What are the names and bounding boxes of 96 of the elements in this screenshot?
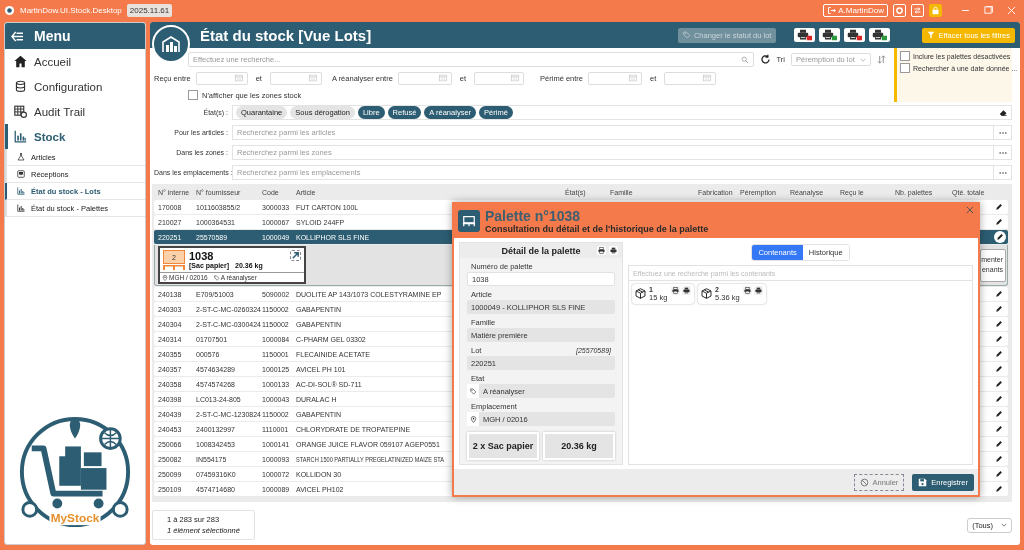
table-icon bbox=[14, 105, 27, 118]
close-button[interactable] bbox=[966, 206, 974, 214]
save-icon bbox=[918, 477, 928, 487]
arrow-icon bbox=[291, 251, 300, 260]
edit-button[interactable] bbox=[994, 231, 1006, 243]
date-field[interactable] bbox=[664, 71, 717, 85]
panel-title: Détail de la palette bbox=[501, 245, 581, 256]
date-field[interactable] bbox=[474, 71, 525, 85]
version-badge: 2025.11.61 bbox=[126, 3, 173, 17]
bar-chart-icon bbox=[17, 187, 25, 195]
printer-icon bbox=[846, 29, 864, 41]
date-field[interactable] bbox=[195, 71, 248, 85]
checkbox[interactable] bbox=[900, 63, 910, 73]
total-tile: 20.36 kg bbox=[543, 432, 615, 460]
bar-chart-icon bbox=[17, 204, 25, 212]
swap-button[interactable] bbox=[911, 3, 924, 17]
brand-name: MyStock bbox=[50, 511, 100, 526]
printer-icon bbox=[683, 287, 690, 294]
date-field[interactable] bbox=[588, 71, 643, 85]
dialog-subtitle: Consultation du détail et de l'historique de la palette bbox=[485, 224, 709, 234]
pallet-icon bbox=[163, 265, 185, 270]
nav-item[interactable]: Audit Trail bbox=[5, 99, 145, 124]
inbox-icon bbox=[17, 170, 25, 178]
lock-button[interactable] bbox=[929, 3, 942, 17]
tag-icon bbox=[213, 274, 220, 281]
ban-icon bbox=[860, 477, 870, 487]
home-icon bbox=[14, 55, 27, 68]
calendar-icon bbox=[308, 74, 317, 82]
pin-icon bbox=[162, 274, 168, 281]
database-icon bbox=[14, 80, 27, 93]
box-icon bbox=[635, 288, 646, 299]
pin-icon bbox=[469, 415, 477, 423]
close-icon bbox=[966, 206, 974, 214]
logout-icon bbox=[827, 5, 837, 15]
lock-icon bbox=[931, 5, 940, 15]
print-button[interactable] bbox=[597, 246, 606, 255]
print-button[interactable] bbox=[742, 286, 752, 295]
date-field[interactable] bbox=[397, 71, 452, 85]
caret-icon bbox=[1001, 522, 1007, 528]
app-title: MartinDow.UI.Stock.Desktop bbox=[20, 5, 122, 15]
eraser-icon[interactable] bbox=[999, 108, 1008, 117]
refresh-button[interactable] bbox=[759, 54, 771, 65]
print-button[interactable] bbox=[609, 246, 618, 255]
ellipsis-icon bbox=[997, 149, 1008, 156]
calendar-icon bbox=[438, 74, 447, 82]
print-button[interactable] bbox=[869, 28, 891, 42]
tag-icon bbox=[469, 387, 477, 395]
calendar-icon bbox=[234, 74, 243, 82]
print-button[interactable] bbox=[819, 28, 841, 42]
settings-button[interactable] bbox=[893, 3, 906, 17]
sort-order-button[interactable] bbox=[877, 55, 886, 64]
print-button[interactable] bbox=[753, 286, 763, 295]
collapse-menu-icon[interactable] bbox=[11, 30, 24, 42]
printer-icon bbox=[610, 247, 617, 254]
calendar-icon bbox=[703, 74, 712, 82]
page-title: État du stock [Vue Lots] bbox=[200, 26, 372, 44]
swap-icon bbox=[913, 5, 922, 15]
maximize-icon[interactable] bbox=[984, 5, 993, 15]
calendar-icon bbox=[629, 74, 638, 82]
printer-icon bbox=[598, 247, 605, 254]
checkbox[interactable] bbox=[900, 51, 910, 61]
dialog-title: Palette n°1038 bbox=[485, 208, 582, 224]
printer-icon bbox=[743, 287, 751, 294]
caret-icon bbox=[860, 56, 866, 63]
refresh-icon bbox=[759, 54, 771, 65]
warehouse-icon bbox=[161, 34, 181, 54]
printer-icon bbox=[672, 287, 679, 294]
print-button[interactable] bbox=[794, 28, 816, 42]
sort-icon bbox=[877, 55, 886, 64]
menu-title: Menu bbox=[34, 28, 71, 44]
print-button[interactable] bbox=[671, 286, 680, 295]
date-field[interactable] bbox=[269, 71, 322, 85]
ellipsis-icon bbox=[997, 169, 1008, 176]
nav-item[interactable]: Accueil bbox=[5, 49, 145, 74]
tag-icon bbox=[682, 31, 691, 39]
palette-number: 1038 bbox=[189, 250, 215, 262]
printer-icon bbox=[796, 29, 814, 41]
printer-icon bbox=[821, 29, 839, 41]
printer-icon bbox=[754, 287, 762, 294]
gear-icon bbox=[895, 5, 904, 15]
calendar-icon bbox=[511, 74, 520, 82]
ellipsis-icon bbox=[997, 129, 1008, 136]
app-icon bbox=[4, 4, 15, 16]
nav-item[interactable]: Configuration bbox=[5, 74, 145, 99]
filter-clear-icon bbox=[927, 31, 936, 39]
printer-icon bbox=[871, 29, 889, 41]
nav-item[interactable]: Stock bbox=[5, 124, 145, 149]
print-button[interactable] bbox=[682, 286, 691, 295]
search-icon bbox=[740, 55, 749, 64]
open-button[interactable] bbox=[290, 250, 301, 261]
flask-icon bbox=[17, 153, 25, 161]
bar-chart-icon bbox=[14, 130, 27, 143]
total-tile: 2 x Sac papier bbox=[467, 432, 539, 460]
box-icon bbox=[701, 288, 712, 299]
checkbox[interactable] bbox=[188, 90, 198, 100]
print-button[interactable] bbox=[844, 28, 866, 42]
